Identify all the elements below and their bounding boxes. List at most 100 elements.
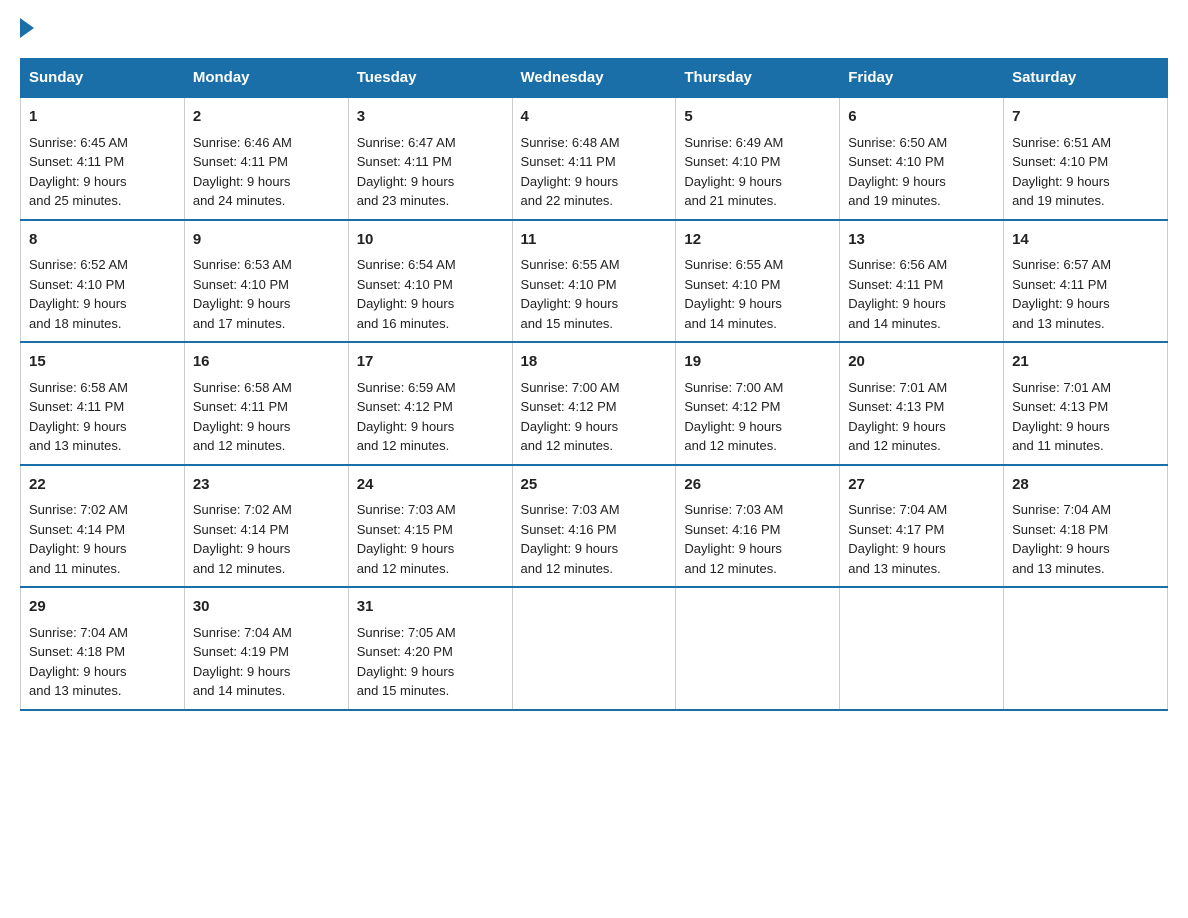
calendar-cell: 3Sunrise: 6:47 AMSunset: 4:11 PMDaylight…: [348, 97, 512, 220]
daylight-minutes: and 13 minutes.: [29, 683, 122, 698]
sunset-info: Sunset: 4:16 PM: [521, 522, 617, 537]
sunrise-info: Sunrise: 6:49 AM: [684, 135, 783, 150]
calendar-header-row: SundayMondayTuesdayWednesdayThursdayFrid…: [21, 59, 1168, 98]
daylight-info: Daylight: 9 hours: [357, 541, 455, 556]
day-number: 25: [521, 474, 668, 497]
daylight-info: Daylight: 9 hours: [29, 419, 127, 434]
sunrise-info: Sunrise: 7:02 AM: [29, 502, 128, 517]
sunset-info: Sunset: 4:14 PM: [29, 522, 125, 537]
day-number: 30: [193, 596, 340, 619]
calendar-cell: 8Sunrise: 6:52 AMSunset: 4:10 PMDaylight…: [21, 220, 185, 343]
daylight-info: Daylight: 9 hours: [29, 174, 127, 189]
day-header-thursday: Thursday: [676, 59, 840, 98]
calendar-cell: [676, 587, 840, 710]
daylight-minutes: and 12 minutes.: [684, 561, 777, 576]
daylight-info: Daylight: 9 hours: [684, 541, 782, 556]
sunrise-info: Sunrise: 7:00 AM: [684, 380, 783, 395]
sunrise-info: Sunrise: 7:04 AM: [1012, 502, 1111, 517]
day-number: 6: [848, 106, 995, 129]
sunrise-info: Sunrise: 6:55 AM: [684, 257, 783, 272]
day-number: 24: [357, 474, 504, 497]
daylight-info: Daylight: 9 hours: [357, 174, 455, 189]
daylight-minutes: and 15 minutes.: [521, 316, 614, 331]
sunset-info: Sunset: 4:11 PM: [193, 399, 288, 414]
day-number: 28: [1012, 474, 1159, 497]
day-number: 13: [848, 229, 995, 252]
calendar-cell: 28Sunrise: 7:04 AMSunset: 4:18 PMDayligh…: [1004, 465, 1168, 588]
daylight-minutes: and 12 minutes.: [357, 561, 450, 576]
calendar-cell: 18Sunrise: 7:00 AMSunset: 4:12 PMDayligh…: [512, 342, 676, 465]
day-number: 26: [684, 474, 831, 497]
calendar-cell: 23Sunrise: 7:02 AMSunset: 4:14 PMDayligh…: [184, 465, 348, 588]
sunrise-info: Sunrise: 6:50 AM: [848, 135, 947, 150]
day-number: 21: [1012, 351, 1159, 374]
day-number: 27: [848, 474, 995, 497]
daylight-info: Daylight: 9 hours: [521, 174, 619, 189]
daylight-minutes: and 12 minutes.: [521, 438, 614, 453]
calendar-cell: 21Sunrise: 7:01 AMSunset: 4:13 PMDayligh…: [1004, 342, 1168, 465]
day-number: 5: [684, 106, 831, 129]
daylight-minutes: and 15 minutes.: [357, 683, 450, 698]
day-number: 7: [1012, 106, 1159, 129]
calendar-cell: [840, 587, 1004, 710]
daylight-minutes: and 12 minutes.: [848, 438, 941, 453]
calendar-cell: 29Sunrise: 7:04 AMSunset: 4:18 PMDayligh…: [21, 587, 185, 710]
day-number: 11: [521, 229, 668, 252]
daylight-info: Daylight: 9 hours: [357, 419, 455, 434]
calendar-cell: 31Sunrise: 7:05 AMSunset: 4:20 PMDayligh…: [348, 587, 512, 710]
sunrise-info: Sunrise: 6:58 AM: [29, 380, 128, 395]
sunrise-info: Sunrise: 7:01 AM: [848, 380, 947, 395]
sunset-info: Sunset: 4:10 PM: [193, 277, 289, 292]
sunset-info: Sunset: 4:11 PM: [521, 154, 616, 169]
day-number: 23: [193, 474, 340, 497]
day-header-tuesday: Tuesday: [348, 59, 512, 98]
daylight-info: Daylight: 9 hours: [848, 419, 946, 434]
sunset-info: Sunset: 4:18 PM: [29, 644, 125, 659]
day-number: 14: [1012, 229, 1159, 252]
sunrise-info: Sunrise: 6:58 AM: [193, 380, 292, 395]
daylight-info: Daylight: 9 hours: [684, 419, 782, 434]
sunrise-info: Sunrise: 6:59 AM: [357, 380, 456, 395]
daylight-minutes: and 13 minutes.: [848, 561, 941, 576]
sunrise-info: Sunrise: 7:05 AM: [357, 625, 456, 640]
daylight-info: Daylight: 9 hours: [1012, 174, 1110, 189]
daylight-minutes: and 17 minutes.: [193, 316, 286, 331]
daylight-minutes: and 13 minutes.: [29, 438, 122, 453]
sunset-info: Sunset: 4:10 PM: [357, 277, 453, 292]
calendar-week-row: 1Sunrise: 6:45 AMSunset: 4:11 PMDaylight…: [21, 97, 1168, 220]
sunset-info: Sunset: 4:17 PM: [848, 522, 944, 537]
daylight-minutes: and 25 minutes.: [29, 193, 122, 208]
daylight-info: Daylight: 9 hours: [193, 174, 291, 189]
daylight-minutes: and 19 minutes.: [848, 193, 941, 208]
daylight-minutes: and 14 minutes.: [193, 683, 286, 698]
daylight-minutes: and 11 minutes.: [29, 561, 121, 576]
daylight-minutes: and 14 minutes.: [684, 316, 777, 331]
sunset-info: Sunset: 4:12 PM: [357, 399, 453, 414]
calendar-cell: 9Sunrise: 6:53 AMSunset: 4:10 PMDaylight…: [184, 220, 348, 343]
day-number: 15: [29, 351, 176, 374]
daylight-info: Daylight: 9 hours: [1012, 296, 1110, 311]
daylight-minutes: and 16 minutes.: [357, 316, 450, 331]
daylight-minutes: and 12 minutes.: [684, 438, 777, 453]
day-number: 17: [357, 351, 504, 374]
calendar-cell: [1004, 587, 1168, 710]
daylight-info: Daylight: 9 hours: [1012, 419, 1110, 434]
calendar-cell: 26Sunrise: 7:03 AMSunset: 4:16 PMDayligh…: [676, 465, 840, 588]
calendar-cell: 16Sunrise: 6:58 AMSunset: 4:11 PMDayligh…: [184, 342, 348, 465]
sunset-info: Sunset: 4:15 PM: [357, 522, 453, 537]
calendar-table: SundayMondayTuesdayWednesdayThursdayFrid…: [20, 58, 1168, 711]
daylight-minutes: and 18 minutes.: [29, 316, 122, 331]
calendar-cell: 24Sunrise: 7:03 AMSunset: 4:15 PMDayligh…: [348, 465, 512, 588]
sunrise-info: Sunrise: 6:54 AM: [357, 257, 456, 272]
sunrise-info: Sunrise: 6:45 AM: [29, 135, 128, 150]
sunset-info: Sunset: 4:10 PM: [684, 154, 780, 169]
sunrise-info: Sunrise: 6:47 AM: [357, 135, 456, 150]
day-number: 20: [848, 351, 995, 374]
day-number: 10: [357, 229, 504, 252]
calendar-cell: 27Sunrise: 7:04 AMSunset: 4:17 PMDayligh…: [840, 465, 1004, 588]
sunrise-info: Sunrise: 6:51 AM: [1012, 135, 1111, 150]
daylight-info: Daylight: 9 hours: [684, 174, 782, 189]
day-number: 19: [684, 351, 831, 374]
daylight-minutes: and 14 minutes.: [848, 316, 941, 331]
daylight-info: Daylight: 9 hours: [29, 296, 127, 311]
